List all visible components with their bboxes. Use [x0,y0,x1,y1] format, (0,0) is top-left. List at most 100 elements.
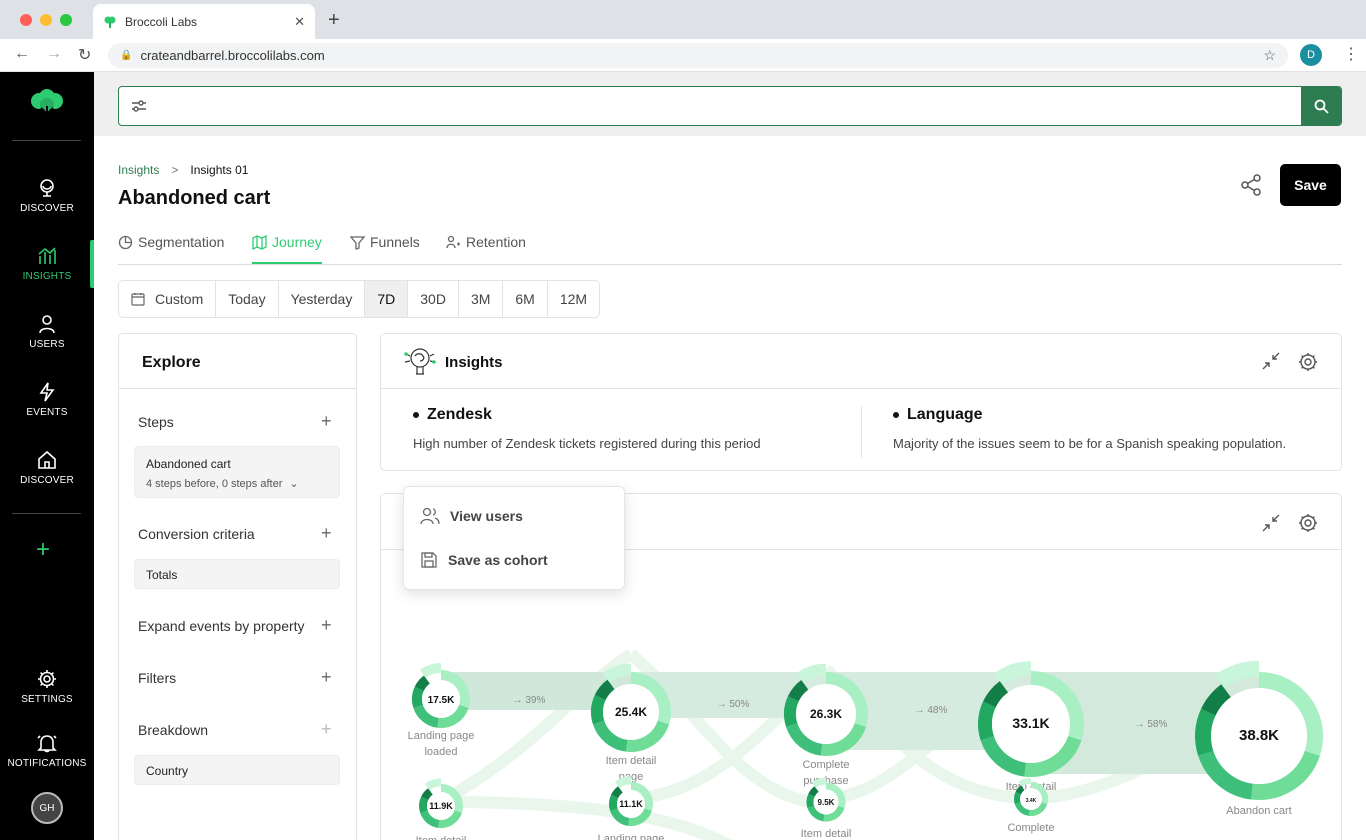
date-option-3m[interactable]: 3M [459,281,504,317]
share-icon[interactable] [1239,173,1263,197]
broccoli-favicon-icon [104,16,116,28]
browser-menu-icon[interactable]: ⋮ [1343,44,1359,64]
page-title: Abandoned cart [118,187,271,209]
explore-title: Explore [142,354,201,371]
url-text: crateandbarrel.broccolilabs.com [140,48,325,63]
bookmark-star-icon[interactable]: ☆ [1263,47,1276,64]
search-button[interactable] [1301,87,1341,125]
menu-item-label: Save as cohort [448,552,548,568]
ring-segment [806,793,815,809]
sidebar-item-events[interactable]: EVENTS [0,372,94,428]
sidebar-item-insights[interactable]: INSIGHTS [0,236,94,292]
main-content: Insights > Insights 01 Abandoned cart Sa… [94,72,1366,840]
insight-item-language: Language Majority of the issues seem to … [893,406,1286,451]
insights-chart-icon [38,247,56,264]
add-icon[interactable]: + [36,536,50,564]
filter-sliders-icon[interactable] [131,99,147,113]
ring-segment [609,794,619,811]
sidebar-item-discover[interactable]: DISCOVER [0,168,94,224]
calendar-icon [131,293,145,306]
conversion-rate: → 50% [717,699,750,710]
insight-heading: Language [907,406,983,423]
add-conversion-button[interactable]: + [321,523,332,544]
step-range-text: 4 steps before, 0 steps after [146,478,283,490]
ring-segment [811,777,827,789]
tab-label: Segmentation [138,234,225,250]
date-option-6m[interactable]: 6M [503,281,548,317]
chevron-right-icon: > [171,163,179,177]
node-context-menu: View users Save as cohort [403,486,625,590]
chevron-down-icon: ⌄ [289,478,299,490]
breakdown-value-chip[interactable]: Country [134,755,340,785]
node-value: 17.5K [428,695,455,706]
conversion-value-chip[interactable]: Totals [134,559,340,589]
journey-node-secondary[interactable] [1014,777,1048,816]
maximize-window-button[interactable] [60,14,72,26]
bullet-icon [893,412,899,418]
date-option-7d[interactable]: 7D [365,281,409,317]
search-band [94,72,1366,136]
ring-segment [1195,708,1216,756]
collapse-icon[interactable] [1262,352,1280,370]
step-name: Abandoned cart [146,457,231,471]
breadcrumb-link-insights[interactable]: Insights [118,163,159,177]
node-value: 3.4K [1026,798,1037,804]
date-option-label: Custom [155,291,204,307]
gear-icon[interactable] [1298,352,1318,372]
minimize-window-button[interactable] [40,14,52,26]
insights-panel: Insights Zendesk High number of Zendesk … [380,333,1342,471]
address-bar[interactable]: 🔒 crateandbarrel.broccolilabs.com ☆ [108,43,1288,68]
discover-globe-icon [40,179,54,197]
insights-header: Insights [381,334,1341,389]
brain-lightbulb-icon [404,348,436,375]
sidebar-item-settings[interactable]: SETTINGS [0,659,94,715]
sidebar-item-label: INSIGHTS [22,271,72,282]
tab-retention[interactable]: Retention [446,234,526,250]
user-avatar[interactable]: GH [31,792,63,824]
step-card[interactable]: Abandoned cart 4 steps before, 0 steps a… [134,446,340,498]
conversion-criteria-label: Conversion criteria [138,526,255,542]
add-step-button[interactable]: + [321,411,332,432]
save-as-cohort-menu-item[interactable]: Save as cohort [420,551,548,569]
sidebar-item-notifications[interactable]: NOTIFICATIONS [0,723,94,779]
back-icon[interactable]: ← [14,45,30,63]
sidebar-item-discover-home[interactable]: DISCOVER [0,440,94,496]
add-breakdown-button[interactable]: + [321,719,332,740]
date-option-yesterday[interactable]: Yesterday [279,281,366,317]
profile-avatar[interactable]: D [1300,44,1322,66]
users-refresh-icon [446,235,460,248]
browser-tab[interactable]: Broccoli Labs ✕ [93,4,315,39]
tab-segmentation[interactable]: Segmentation [118,234,224,250]
explore-panel: Explore Steps + Abandoned cart 4 steps b… [118,333,357,840]
ring-segment [978,701,996,741]
home-icon [38,450,56,469]
tab-journey[interactable]: Journey [252,234,322,250]
search-input[interactable] [147,88,1301,124]
date-option-custom[interactable]: Custom [119,281,217,317]
ring-segment [1014,791,1022,805]
lightning-icon [39,382,55,402]
add-expand-property-button[interactable]: + [321,615,332,636]
save-button[interactable]: Save [1280,164,1341,206]
steps-label: Steps [138,414,174,430]
sidebar-item-users[interactable]: USERS [0,304,94,360]
ring-segment [421,788,433,801]
new-tab-button[interactable]: + [328,9,340,32]
sidebar-item-label: USERS [29,339,65,350]
date-option-12m[interactable]: 12M [548,281,599,317]
view-users-menu-item[interactable]: View users [420,507,523,525]
forward-icon[interactable]: → [46,45,62,63]
tab-close-icon[interactable]: ✕ [294,14,305,30]
ring-segment [419,663,442,679]
step-range-dropdown[interactable]: 4 steps before, 0 steps after ⌄ [146,477,328,490]
sidebar-item-label: SETTINGS [21,694,73,705]
date-option-30d[interactable]: 30D [408,281,459,317]
date-option-today[interactable]: Today [216,281,279,317]
tab-funnels[interactable]: Funnels [350,234,420,250]
insight-item-zendesk: Zendesk High number of Zendesk tickets r… [413,406,761,451]
node-value: 11.1K [619,799,643,809]
add-filter-button[interactable]: + [321,667,332,688]
sidebar-item-label: NOTIFICATIONS [7,758,87,769]
reload-icon[interactable]: ↻ [78,45,91,65]
close-window-button[interactable] [20,14,32,26]
